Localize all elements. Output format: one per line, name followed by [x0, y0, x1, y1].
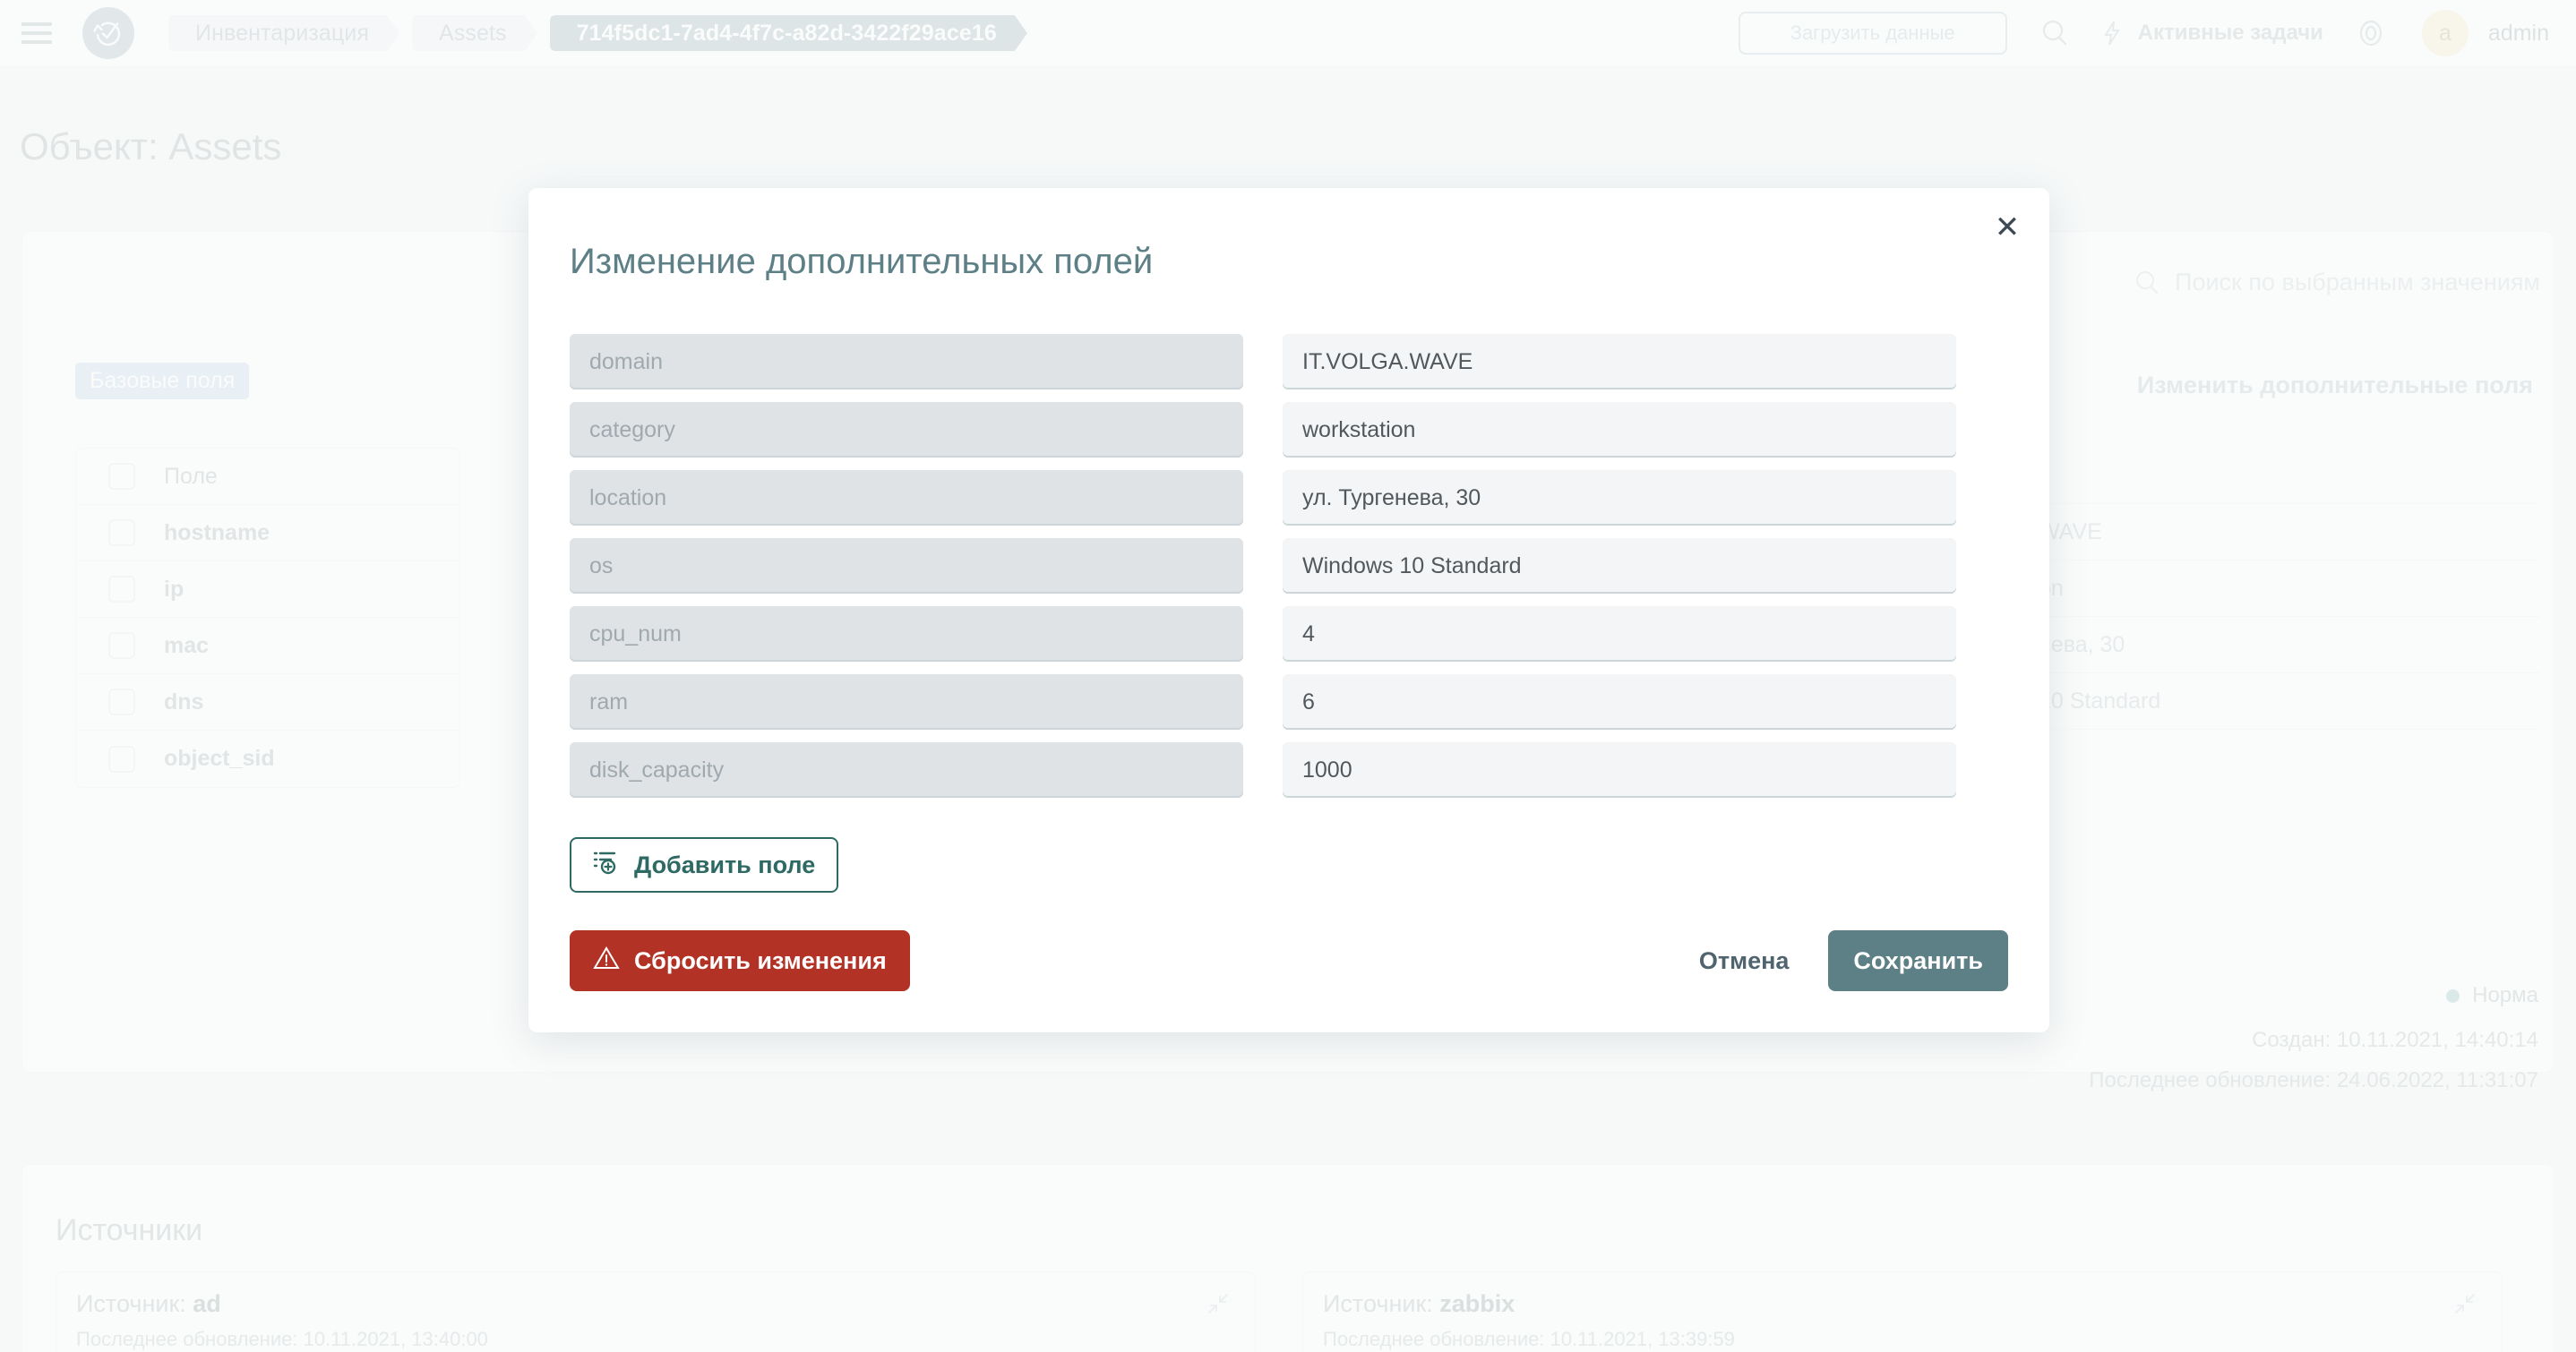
- field-value-input-ram[interactable]: [1283, 674, 1956, 730]
- edit-extra-fields-dialog: ✕ Изменение дополнительных полей domain …: [528, 188, 2049, 1032]
- field-key-input-disk-capacity[interactable]: [570, 742, 1243, 798]
- add-field-button[interactable]: Добавить поле: [570, 837, 839, 893]
- reset-changes-label: Сбросить изменения: [634, 946, 887, 974]
- field-key-input-domain[interactable]: [570, 334, 1243, 389]
- dialog-primary-actions: Отмена Сохранить: [1678, 930, 2008, 991]
- add-field-label: Добавить поле: [634, 851, 816, 878]
- close-icon[interactable]: ✕: [1992, 212, 2022, 244]
- field-key-input-location[interactable]: [570, 470, 1243, 526]
- warning-triangle-icon: [593, 946, 620, 977]
- dialog-title: Изменение дополнительных полей: [570, 242, 1154, 281]
- field-key-input-ram[interactable]: [570, 674, 1243, 730]
- dialog-footer: Сбросить изменения Отмена Сохранить: [570, 930, 2008, 991]
- save-button[interactable]: Сохранить: [1828, 930, 2008, 991]
- field-value-input-disk-capacity[interactable]: [1283, 742, 1956, 798]
- field-value-input-location[interactable]: [1283, 470, 1956, 526]
- field-value-input-category[interactable]: [1283, 402, 1956, 458]
- list-plus-icon: [593, 849, 620, 882]
- field-key-input-category[interactable]: [570, 402, 1243, 458]
- field-key-input-os[interactable]: [570, 538, 1243, 594]
- app-root: Инвентаризация Assets 714f5dc1-7ad4-4f7c…: [0, 0, 2576, 1352]
- field-key-input-cpu-num[interactable]: [570, 606, 1243, 662]
- cancel-button[interactable]: Отмена: [1678, 930, 1811, 991]
- field-value-input-os[interactable]: [1283, 538, 1956, 594]
- extra-fields-form: [570, 334, 2049, 798]
- reset-changes-button[interactable]: Сбросить изменения: [570, 930, 910, 991]
- field-value-input-cpu-num[interactable]: [1283, 606, 1956, 662]
- field-value-input-domain[interactable]: [1283, 334, 1956, 389]
